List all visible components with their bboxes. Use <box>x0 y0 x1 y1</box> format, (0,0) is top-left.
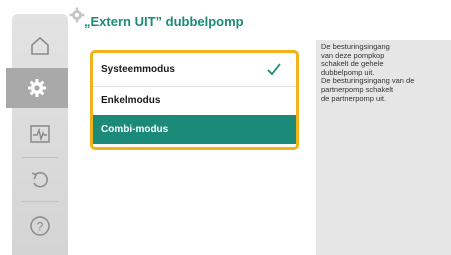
option-label: Combi-modus <box>101 124 169 135</box>
back-icon <box>29 169 51 191</box>
help-text-line: de partnerpomp uit. <box>321 93 387 103</box>
diagnostics-icon <box>29 124 51 144</box>
option-label: Systeemmodus <box>101 64 175 75</box>
page-title: „Extern UIT” dubbelpomp <box>84 14 244 29</box>
nav-back[interactable] <box>12 160 68 200</box>
home-icon <box>29 36 51 56</box>
nav-divider <box>22 201 58 202</box>
option-combi-modus[interactable]: Combi-modus <box>93 115 296 144</box>
help-panel: De besturingsingang van deze pompkop sch… <box>316 40 451 255</box>
svg-text:?: ? <box>37 220 44 234</box>
nav-help[interactable]: ? <box>12 206 68 246</box>
option-label: Enkelmodus <box>101 95 161 106</box>
option-systeemmodus[interactable]: Systeemmodus <box>93 55 296 84</box>
nav-settings[interactable] <box>6 68 68 108</box>
nav-diagnostics[interactable] <box>12 114 68 154</box>
nav-rail: ? <box>6 14 68 255</box>
mode-options: Systeemmodus Enkelmodus Combi-modus <box>90 50 299 150</box>
option-enkelmodus[interactable]: Enkelmodus <box>93 86 296 115</box>
checkmark-icon <box>265 61 283 77</box>
settings-icon <box>26 77 48 99</box>
screen: ? „Extern UIT” dubbelpomp Systeemmodus E… <box>0 0 451 255</box>
help-icon: ? <box>29 215 51 237</box>
nav-divider <box>22 157 58 158</box>
nav-home[interactable] <box>12 26 68 66</box>
